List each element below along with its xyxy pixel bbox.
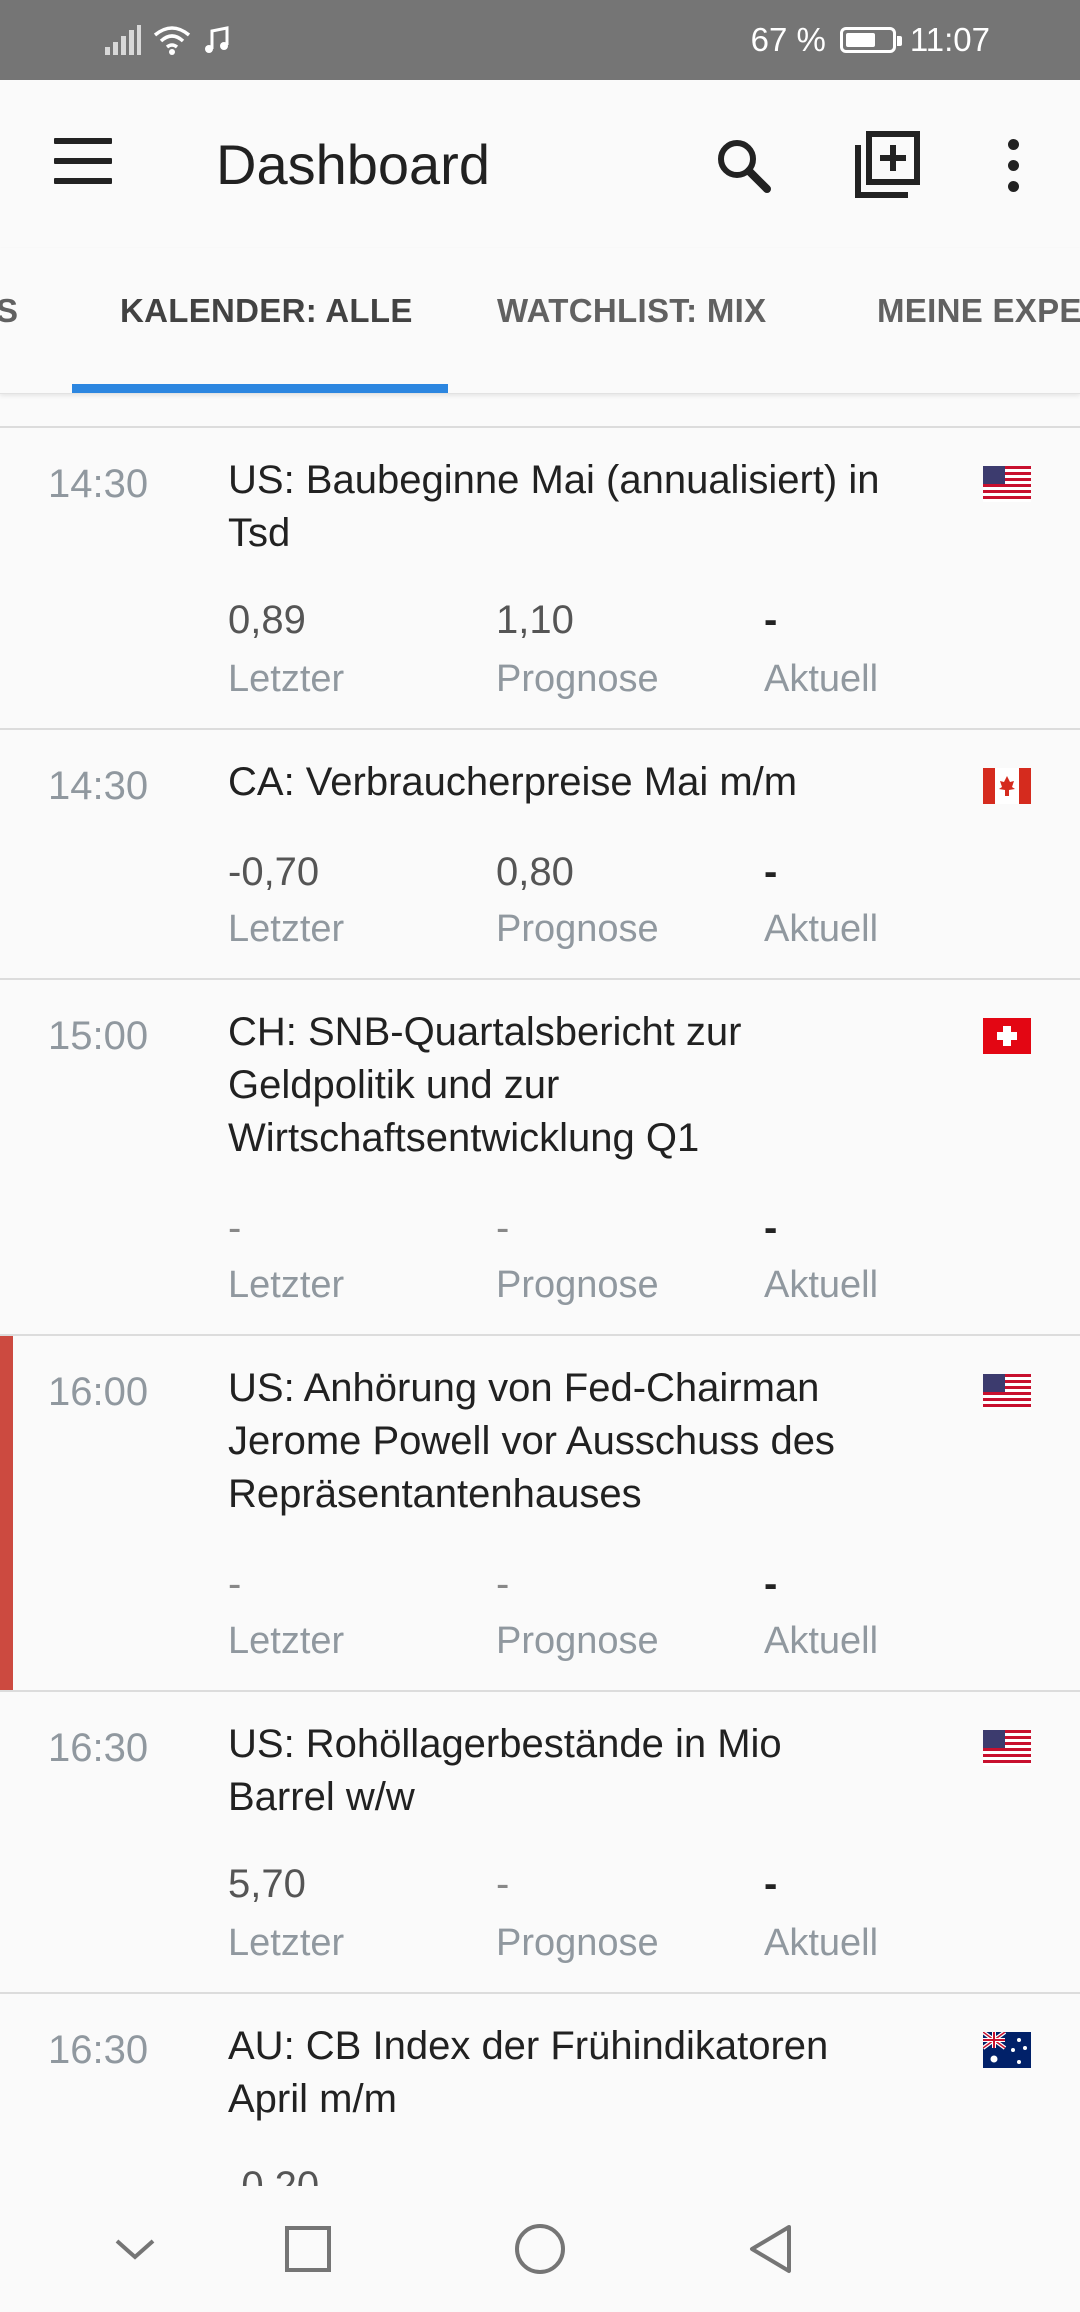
event-row[interactable]: 15:00 CH: SNB-Quartalsbericht zur Geldpo… (0, 978, 1080, 1334)
event-row[interactable]: 16:30 US: Rohöllagerbestände in Mio Barr… (0, 1690, 1080, 1992)
event-time: 16:30 (48, 2028, 149, 2072)
previous-value: 0,89 (228, 598, 306, 642)
cellular-signal-icon (105, 25, 141, 55)
flag-ch-icon (983, 1018, 1031, 1054)
event-title: CA: Verbraucherpreise Mai m/m (228, 760, 798, 804)
event-time: 16:00 (48, 1370, 149, 1414)
event-time: 16:30 (48, 1726, 149, 1770)
search-icon[interactable] (698, 120, 788, 210)
battery-icon (839, 27, 902, 53)
flag-us-icon (983, 1730, 1031, 1766)
forecast-label: Prognose (496, 1620, 659, 1662)
tab-kalender-alle[interactable]: KALENDER: ALLE (120, 292, 413, 330)
wifi-icon (153, 26, 191, 55)
actual-value: - (764, 1562, 778, 1606)
status-right: 67 % 11:07 (751, 0, 990, 80)
home-icon[interactable] (500, 2214, 580, 2284)
add-to-library-icon[interactable] (843, 120, 933, 210)
previous-value: -0,20 (228, 2164, 320, 2186)
back-icon[interactable] (730, 2214, 810, 2284)
actual-label: Aktuell (764, 908, 879, 950)
active-tab-indicator (72, 384, 448, 393)
importance-marker (0, 1336, 13, 1690)
event-title: US: Baubeginne Mai (annualisiert) in Tsd (228, 458, 880, 555)
previous-label: Letzter (228, 1620, 345, 1662)
menu-icon[interactable] (50, 134, 116, 194)
actual-value: - (764, 598, 778, 642)
forecast-value: - (496, 1562, 510, 1606)
event-title: AU: CB Index der Frühindikatoren April m… (228, 2024, 829, 2121)
event-time: 15:00 (48, 1014, 149, 1058)
forecast-value: - (496, 1862, 510, 1906)
tab-watchlist-mix[interactable]: WATCHLIST: MIX (497, 292, 766, 330)
actual-label: Aktuell (764, 658, 879, 700)
flag-au-icon (983, 2032, 1031, 2068)
forecast-label: Prognose (496, 1264, 659, 1306)
event-time: 14:30 (48, 764, 149, 808)
forecast-label: Prognose (496, 908, 659, 950)
actual-value: - (764, 1206, 778, 1250)
previous-value: - (228, 1206, 242, 1250)
forecast-value: 0,80 (496, 850, 574, 894)
forecast-label: Prognose (496, 658, 659, 700)
event-title: US: Rohöllagerbestände in Mio Barrel w/w (228, 1722, 782, 1819)
page-title: Dashboard (216, 133, 490, 196)
tab-previous[interactable]: S (0, 292, 18, 330)
forecast-label: Prognose (496, 1922, 659, 1964)
music-note-icon (205, 26, 229, 53)
previous-label: Letzter (228, 658, 345, 700)
tab-meine-experten[interactable]: MEINE EXPE (877, 292, 1080, 330)
previous-value: -0,70 (228, 850, 320, 894)
tab-bar: S KALENDER: ALLE WATCHLIST: MIX MEINE EX… (0, 248, 1080, 394)
flag-us-icon (983, 466, 1031, 502)
previous-label: Letzter (228, 1264, 345, 1306)
actual-label: Aktuell (764, 1620, 879, 1662)
forecast-value: - (496, 1206, 510, 1250)
more-vert-icon[interactable] (968, 120, 1058, 210)
collapse-icon[interactable] (95, 2214, 175, 2284)
event-title: US: Anhörung von Fed-Chairman Jerome Pow… (228, 1366, 835, 1516)
forecast-value: 1,10 (496, 598, 574, 642)
clock: 11:07 (909, 21, 990, 58)
navigation-bar (0, 2186, 1080, 2312)
flag-ca-icon (983, 768, 1031, 804)
previous-label: Letzter (228, 1922, 345, 1964)
previous-value: - (228, 1562, 242, 1606)
actual-value: - (764, 1862, 778, 1906)
status-icons (105, 22, 231, 58)
actual-value: - (764, 850, 778, 894)
event-list[interactable]: 14:30 US: Baubeginne Mai (annualisiert) … (0, 394, 1080, 2186)
previous-value: 5,70 (228, 1862, 306, 1906)
previous-label: Letzter (228, 908, 345, 950)
recents-icon[interactable] (268, 2214, 348, 2284)
actual-label: Aktuell (764, 1264, 879, 1306)
flag-us-icon (983, 1374, 1031, 1410)
app-bar: Dashboard (0, 80, 1080, 248)
status-bar: 67 % 11:07 (0, 0, 1080, 80)
event-row[interactable]: 14:30 US: Baubeginne Mai (annualisiert) … (0, 426, 1080, 728)
actual-label: Aktuell (764, 1922, 879, 1964)
event-row-highlighted[interactable]: 16:00 US: Anhörung von Fed-Chairman Jero… (0, 1334, 1080, 1690)
event-row[interactable]: 16:30 AU: CB Index der Frühindikatoren A… (0, 1992, 1080, 2186)
event-time: 14:30 (48, 462, 149, 506)
battery-percent: 67 % (750, 21, 826, 58)
event-title: CH: SNB-Quartalsbericht zur Geldpolitik … (228, 1010, 742, 1160)
event-row[interactable]: 14:30 CA: Verbraucherpreise Mai m/m -0,7… (0, 728, 1080, 978)
